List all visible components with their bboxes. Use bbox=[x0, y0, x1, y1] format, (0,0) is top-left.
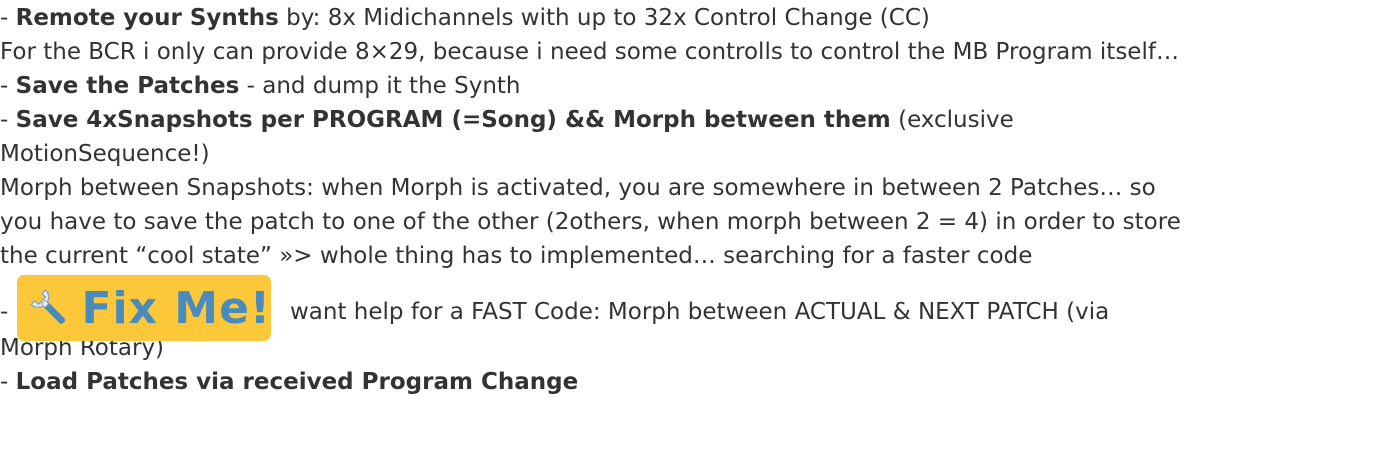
list-item-remote-synths: - Remote your Synths by: 8x Midichannels… bbox=[0, 1, 1383, 35]
list-dash: - bbox=[0, 299, 9, 325]
bold-heading-remote-synths: Remote your Synths bbox=[15, 5, 279, 31]
list-dash: - bbox=[0, 369, 16, 395]
bold-heading-load-patches: Load Patches via received Program Change bbox=[15, 369, 579, 395]
text-line-morph-1: Morph between Snapshots: when Morph is a… bbox=[0, 175, 1156, 201]
text-fixme-request: want help for a FAST Code: Morph between… bbox=[290, 299, 1110, 325]
text-line-bcr: For the BCR i only can provide 8×29, bec… bbox=[0, 39, 1179, 65]
text-remote-synths: by: 8x Midichannels with up to 32x Contr… bbox=[278, 5, 930, 31]
text-save-snapshots: (exclusive bbox=[890, 107, 1014, 133]
list-dash: - bbox=[0, 5, 16, 31]
list-dash: - bbox=[0, 107, 16, 133]
bold-heading-save-snapshots: Save 4xSnapshots per PROGRAM (=Song) && … bbox=[15, 107, 891, 133]
wrench-icon bbox=[30, 288, 66, 324]
list-item-save-snapshots: - Save 4xSnapshots per PROGRAM (=Song) &… bbox=[0, 103, 1383, 137]
text-line-morph-2: you have to save the patch to one of the… bbox=[0, 209, 1181, 235]
bold-heading-save-patches: Save the Patches bbox=[15, 73, 240, 99]
fixme-label: Fix Me! bbox=[81, 282, 271, 334]
list-item-save-patches: - Save the Patches - and dump it the Syn… bbox=[0, 69, 1383, 103]
list-item-fixme: - Fix Me! want help for a FAST Code: Mor… bbox=[0, 273, 1383, 341]
list-item-load-patches: - Load Patches via received Program Chan… bbox=[0, 365, 1383, 399]
text-save-patches: - and dump it the Synth bbox=[239, 73, 521, 99]
text-line-motion-sequence: MotionSequence!) bbox=[0, 141, 210, 167]
fixme-badge: Fix Me! bbox=[17, 275, 271, 341]
document-content: - Remote your Synths by: 8x Midichannels… bbox=[0, 0, 1383, 399]
text-line-morph-3: the current “cool state” »> whole thing … bbox=[0, 243, 1033, 269]
list-dash: - bbox=[0, 73, 16, 99]
